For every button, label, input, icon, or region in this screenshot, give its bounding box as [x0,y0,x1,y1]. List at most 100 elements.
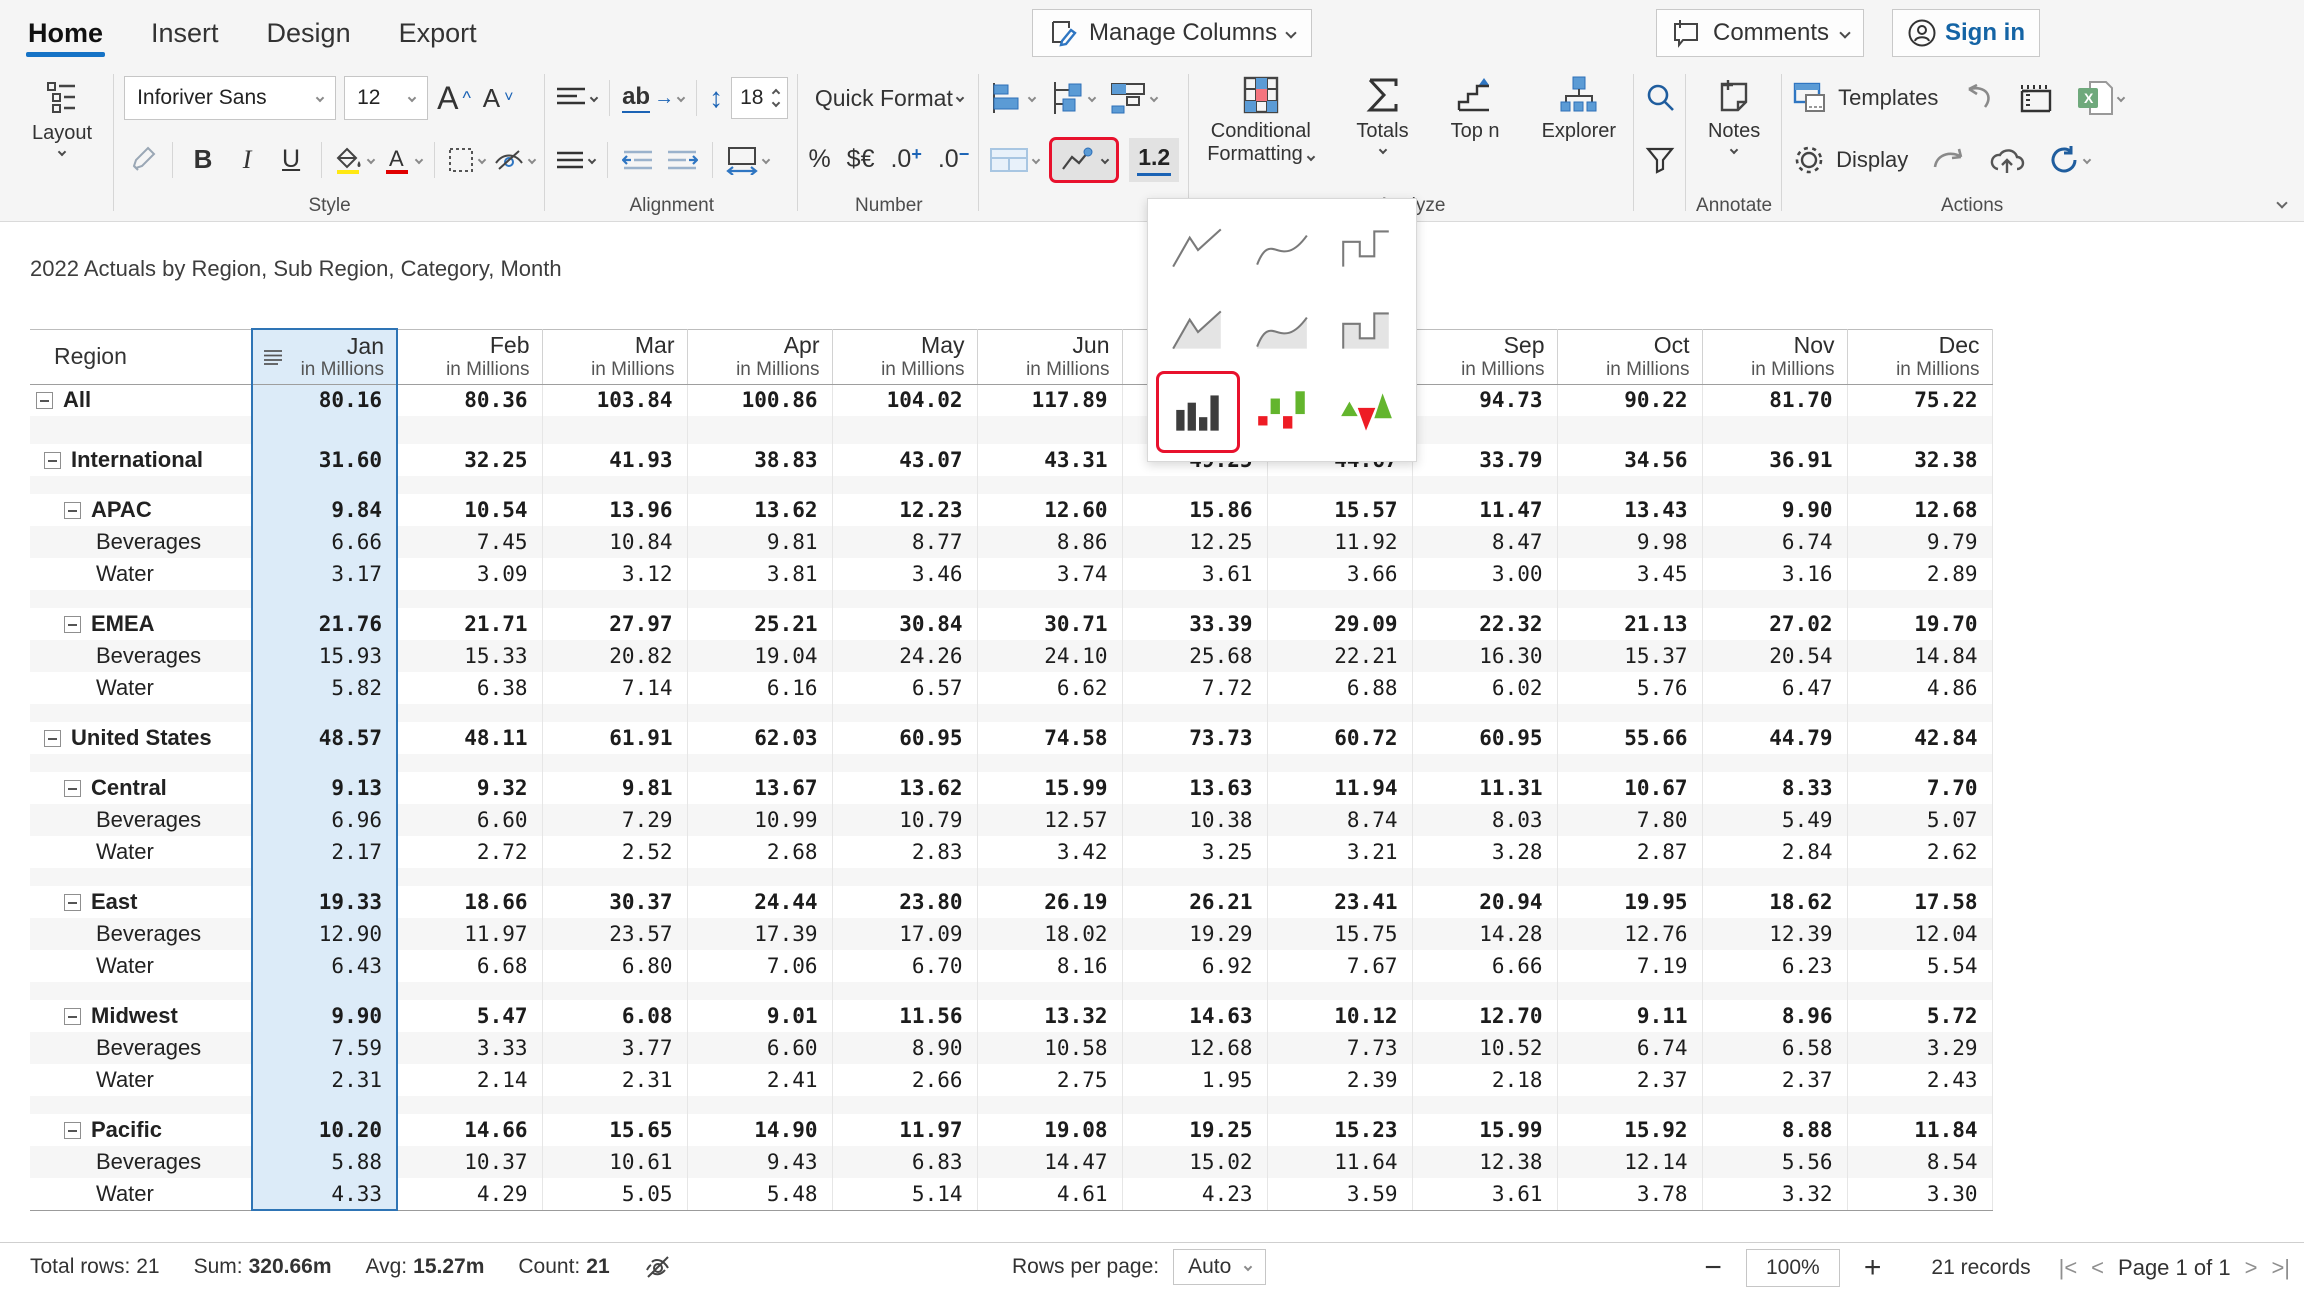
value-cell[interactable]: 5.05 [542,1178,687,1210]
value-cell[interactable]: 2.89 [1847,558,1992,590]
value-cell[interactable]: 21.76 [252,608,397,640]
value-cell[interactable]: 6.83 [832,1146,977,1178]
tab-insert[interactable]: Insert [149,8,221,55]
value-cell[interactable]: 14.47 [977,1146,1122,1178]
table-row[interactable]: Water2.312.142.312.412.662.751.952.392.1… [30,1064,1992,1096]
table-row[interactable]: Water5.826.387.146.166.576.627.726.886.0… [30,672,1992,704]
hide-stats-icon[interactable] [644,1254,672,1280]
table-row[interactable]: Beverages15.9315.3320.8219.0424.2624.102… [30,640,1992,672]
value-cell[interactable]: 2.43 [1847,1064,1992,1096]
collapse-toggle[interactable] [64,616,81,633]
horizontal-align-button[interactable] [555,140,595,180]
value-cell[interactable]: 10.52 [1412,1032,1557,1064]
value-cell[interactable]: 1.95 [1122,1064,1267,1096]
value-cell[interactable]: 5.07 [1847,804,1992,836]
value-cell[interactable]: 15.93 [252,640,397,672]
value-cell[interactable]: 103.84 [542,384,687,416]
value-cell[interactable]: 8.03 [1412,804,1557,836]
templates-button[interactable]: Templates [1792,78,1938,118]
value-cell[interactable]: 15.57 [1267,494,1412,526]
value-cell[interactable]: 7.29 [542,804,687,836]
value-cell[interactable]: 12.04 [1847,918,1992,950]
value-cell[interactable]: 61.91 [542,722,687,754]
value-cell[interactable]: 2.17 [252,836,397,868]
value-cell[interactable]: 12.38 [1412,1146,1557,1178]
value-cell[interactable]: 3.25 [1122,836,1267,868]
table-row[interactable]: Midwest9.905.476.089.0111.5613.3214.6310… [30,1000,1992,1032]
value-cell[interactable]: 7.14 [542,672,687,704]
value-cell[interactable]: 12.70 [1412,1000,1557,1032]
value-cell[interactable]: 3.42 [977,836,1122,868]
table-row[interactable]: APAC9.8410.5413.9613.6212.2312.6015.8615… [30,494,1992,526]
prev-page-button[interactable]: < [2091,1255,2104,1281]
ribbon-collapse-chevron[interactable] [2276,197,2287,208]
value-cell[interactable]: 2.87 [1557,836,1702,868]
value-cell[interactable]: 33.79 [1412,444,1557,476]
value-cell[interactable]: 20.94 [1412,886,1557,918]
month-column-header-dec[interactable]: Decin Millions [1847,329,1992,384]
value-cell[interactable]: 7.67 [1267,950,1412,982]
value-cell[interactable]: 5.72 [1847,1000,1992,1032]
table-row[interactable]: East19.3318.6630.3724.4423.8026.1926.212… [30,886,1992,918]
value-cell[interactable]: 15.02 [1122,1146,1267,1178]
tab-export[interactable]: Export [397,8,479,55]
table-row[interactable]: Beverages6.966.607.2910.9910.7912.5710.3… [30,804,1992,836]
value-cell[interactable]: 3.61 [1412,1178,1557,1210]
value-cell[interactable]: 9.90 [1702,494,1847,526]
sparkline-option-variance-triangles[interactable] [1324,371,1408,453]
region-column-header[interactable]: Region [30,329,252,384]
format-painter-button[interactable] [124,140,160,180]
value-cell[interactable]: 6.57 [832,672,977,704]
value-cell[interactable]: 6.74 [1702,526,1847,558]
value-cell[interactable]: 2.68 [687,836,832,868]
tab-design[interactable]: Design [265,8,353,55]
next-page-button[interactable]: > [2245,1255,2258,1281]
value-cell[interactable]: 10.37 [397,1146,542,1178]
value-cell[interactable]: 15.23 [1267,1114,1412,1146]
hierarchy-chart-button[interactable] [1049,78,1095,118]
value-cell[interactable]: 3.17 [252,558,397,590]
value-cell[interactable]: 8.47 [1412,526,1557,558]
collapse-toggle[interactable] [36,392,53,409]
value-cell[interactable]: 75.22 [1847,384,1992,416]
zoom-in-button[interactable]: + [1858,1251,1888,1285]
value-cell[interactable]: 7.45 [397,526,542,558]
value-cell[interactable]: 19.29 [1122,918,1267,950]
font-size-select[interactable]: 12 [344,76,428,120]
value-cell[interactable]: 22.21 [1267,640,1412,672]
value-cell[interactable]: 2.75 [977,1064,1122,1096]
ruler-button[interactable] [2018,78,2054,118]
fill-color-button[interactable] [334,140,374,180]
italic-button[interactable]: I [229,140,265,180]
sparkline-option-step-line[interactable] [1324,207,1408,289]
value-cell[interactable]: 13.67 [687,772,832,804]
collapse-toggle[interactable] [44,730,61,747]
value-cell[interactable]: 11.31 [1412,772,1557,804]
value-cell[interactable]: 2.41 [687,1064,832,1096]
value-cell[interactable]: 9.43 [687,1146,832,1178]
value-cell[interactable]: 100.86 [687,384,832,416]
value-cell[interactable]: 13.96 [542,494,687,526]
value-cell[interactable]: 31.60 [252,444,397,476]
value-cell[interactable]: 19.25 [1122,1114,1267,1146]
sparkline-button[interactable] [1049,137,1119,183]
value-cell[interactable]: 2.14 [397,1064,542,1096]
value-cell[interactable]: 117.89 [977,384,1122,416]
month-column-header-nov[interactable]: Novin Millions [1702,329,1847,384]
value-cell[interactable]: 2.37 [1702,1064,1847,1096]
value-cell[interactable]: 2.39 [1267,1064,1412,1096]
top-n-button[interactable]: Top n [1443,74,1508,143]
value-cell[interactable]: 2.84 [1702,836,1847,868]
value-cell[interactable]: 30.37 [542,886,687,918]
value-cell[interactable]: 7.19 [1557,950,1702,982]
value-cell[interactable]: 11.97 [397,918,542,950]
value-cell[interactable]: 26.19 [977,886,1122,918]
conditional-formatting-button[interactable]: ConditionalFormatting [1199,74,1322,166]
value-cell[interactable]: 73.73 [1122,722,1267,754]
value-cell[interactable]: 2.83 [832,836,977,868]
value-cell[interactable]: 11.47 [1412,494,1557,526]
value-cell[interactable]: 15.37 [1557,640,1702,672]
value-cell[interactable]: 20.82 [542,640,687,672]
value-cell[interactable]: 12.57 [977,804,1122,836]
value-cell[interactable]: 2.52 [542,836,687,868]
